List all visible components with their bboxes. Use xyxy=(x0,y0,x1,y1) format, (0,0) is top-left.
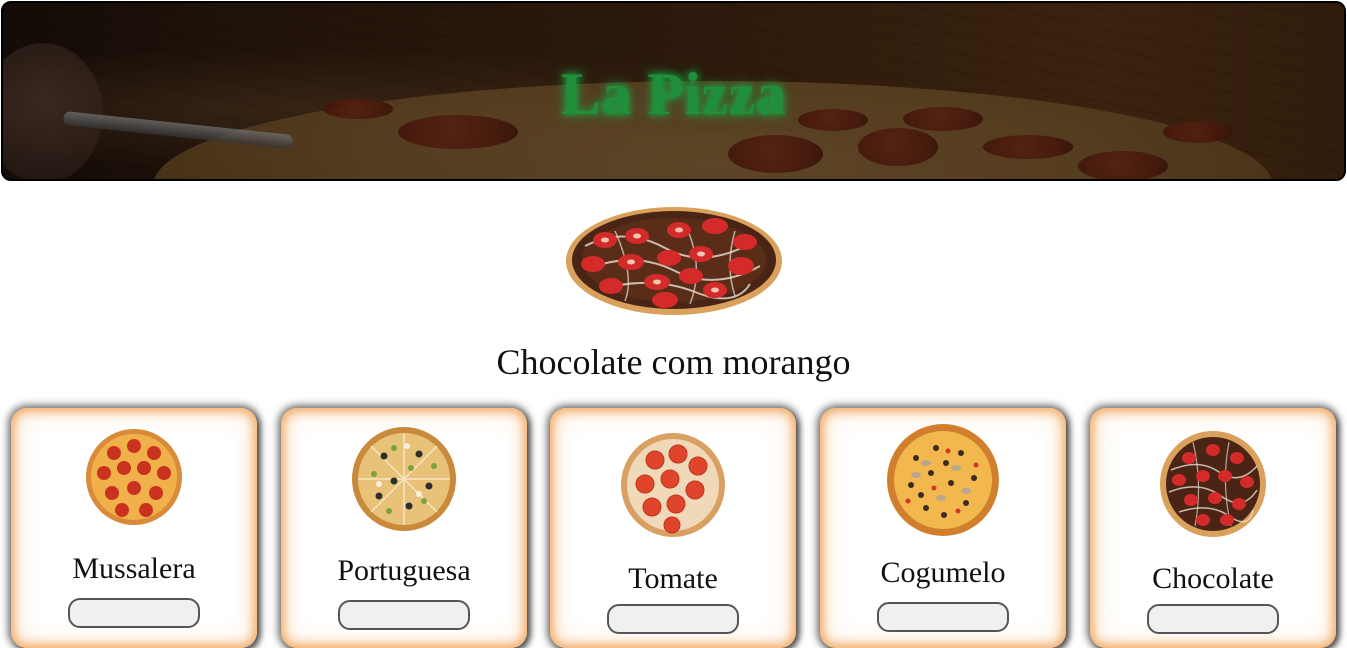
site-title: La Pizza xyxy=(560,61,787,127)
pizza-card-button[interactable] xyxy=(1147,604,1279,634)
pizza-card-name: Mussalera xyxy=(72,552,196,585)
header-banner: La Pizza xyxy=(1,1,1346,181)
pizza-card-button[interactable] xyxy=(877,602,1009,632)
pizza-card-name: Portuguesa xyxy=(337,554,471,587)
pizza-card-button[interactable] xyxy=(338,600,470,630)
pizza-card-name: Tomate xyxy=(628,562,718,595)
pizza-card-cogumelo[interactable]: Cogumelo xyxy=(820,408,1066,648)
pizza-card-button[interactable] xyxy=(607,604,739,634)
featured-pizza-image xyxy=(566,207,782,315)
tomato-pizza-image xyxy=(621,433,725,537)
featured-pizza-title: Chocolate com morango xyxy=(496,342,851,382)
chocolate-pizza-image xyxy=(1160,431,1266,537)
pizza-card-name: Cogumelo xyxy=(880,556,1006,589)
pizza-card-name: Chocolate xyxy=(1152,562,1274,595)
pizza-card-portuguesa[interactable]: Portuguesa xyxy=(281,408,527,648)
pepperoni-pizza-image xyxy=(86,429,182,525)
portuguesa-pizza-image xyxy=(352,427,456,531)
pizza-card-mussalera[interactable]: Mussalera xyxy=(11,408,257,648)
mushroom-pizza-image xyxy=(887,424,999,536)
pizza-card-tomate[interactable]: Tomate xyxy=(550,408,796,648)
pizza-card-button[interactable] xyxy=(68,598,200,628)
pizza-card-chocolate[interactable]: Chocolate xyxy=(1090,408,1336,648)
